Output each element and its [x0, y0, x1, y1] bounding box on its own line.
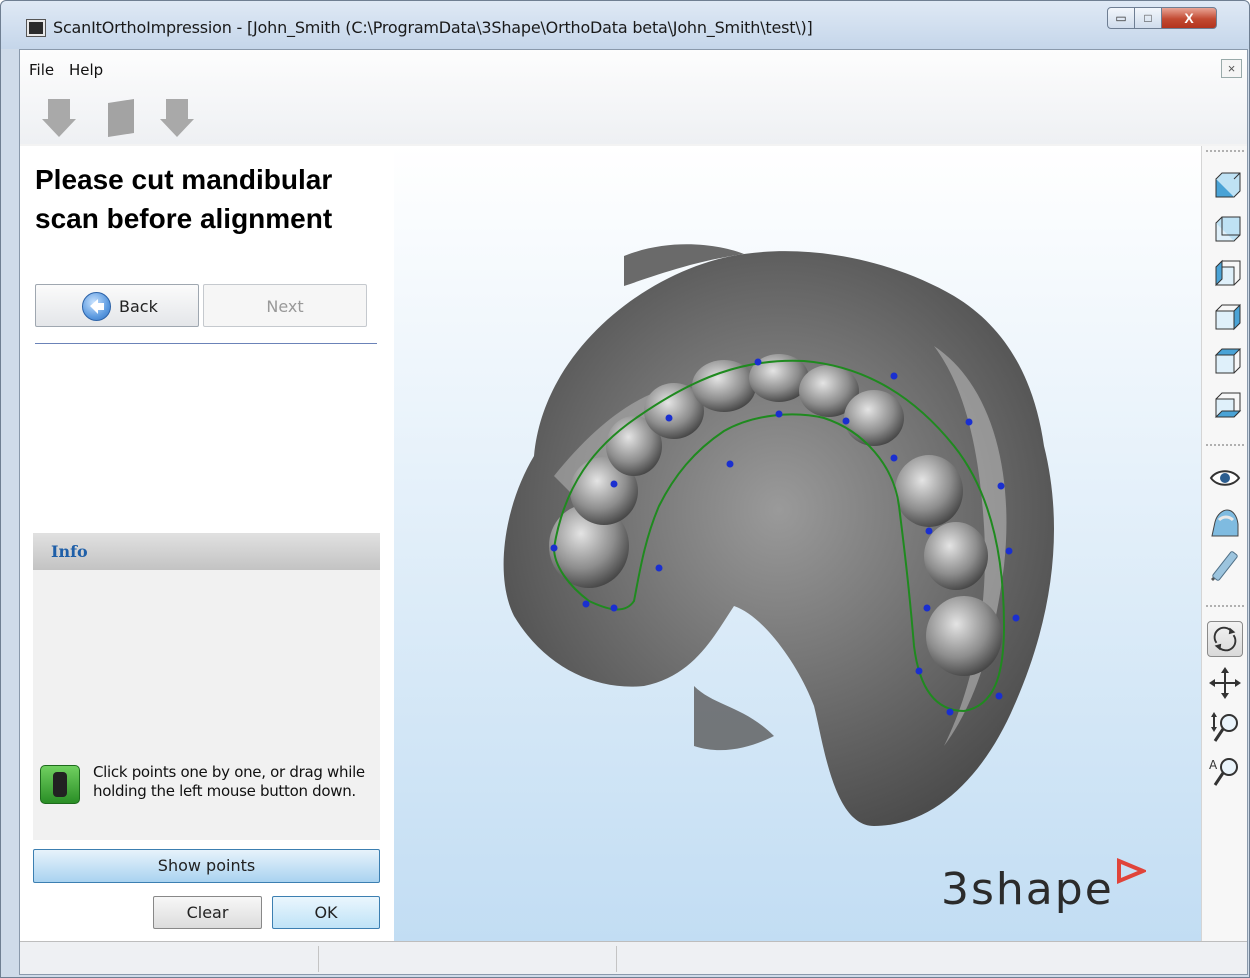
next-button[interactable]: Next: [203, 284, 367, 327]
rotate-icon[interactable]: [1207, 621, 1243, 657]
view-bottom-icon[interactable]: [1207, 388, 1243, 424]
menu-help[interactable]: Help: [69, 61, 103, 79]
hint-icon: [40, 765, 80, 804]
arrow-down-icon[interactable]: [160, 97, 194, 139]
eye-icon[interactable]: [1207, 460, 1243, 496]
status-bar: [20, 941, 1247, 974]
menu-file[interactable]: File: [29, 61, 54, 79]
toolbar-gripper: [1206, 150, 1244, 152]
menu-bar: File Help ×: [20, 50, 1247, 144]
back-button-label: Back: [119, 297, 158, 316]
close-button[interactable]: X: [1161, 7, 1217, 29]
back-arrow-icon: [82, 292, 111, 321]
dental-scan-model[interactable]: [394, 146, 1201, 941]
info-header[interactable]: Info: [33, 533, 380, 570]
view-back-icon[interactable]: [1207, 212, 1243, 248]
toolbar-separator: [1206, 605, 1244, 607]
wizard-panel: Please cut mandibular scan before alignm…: [20, 146, 394, 941]
zoom-icon[interactable]: [1207, 709, 1243, 745]
title-bar[interactable]: ScanItOrthoImpression - [John_Smith (C:\…: [1, 1, 1249, 49]
logo-triangle-icon: [1116, 858, 1148, 884]
hint-text: Click points one by one, or drag while h…: [93, 763, 365, 800]
minimize-button[interactable]: ▭: [1107, 7, 1135, 29]
status-segment: [318, 946, 319, 972]
toolbar-separator: [1206, 444, 1244, 446]
document-close-button[interactable]: ×: [1221, 59, 1242, 78]
pan-icon[interactable]: [1207, 665, 1243, 701]
clear-button[interactable]: Clear: [153, 896, 262, 929]
maximize-button[interactable]: □: [1134, 7, 1162, 29]
right-toolbar: A: [1201, 146, 1247, 941]
back-button[interactable]: Back: [35, 284, 199, 327]
status-segment: [616, 946, 617, 972]
view-left-icon[interactable]: [1207, 256, 1243, 292]
ok-button[interactable]: OK: [272, 896, 380, 929]
zoom-fit-icon[interactable]: A: [1207, 753, 1243, 789]
page-icon[interactable]: [104, 97, 138, 139]
app-window: ScanItOrthoImpression - [John_Smith (C:\…: [0, 0, 1250, 978]
svg-text:A: A: [1209, 758, 1218, 772]
model-icon[interactable]: [1207, 504, 1243, 540]
next-button-label: Next: [266, 297, 304, 316]
page-title: Please cut mandibular scan before alignm…: [35, 164, 333, 234]
brand-logo: 3shape: [941, 858, 1148, 915]
client-area: File Help × Please cut mandibular scan b…: [19, 49, 1248, 975]
window-title: ScanItOrthoImpression - [John_Smith (C:\…: [53, 18, 813, 37]
view-right-icon[interactable]: [1207, 300, 1243, 336]
logo-text: 3shape: [941, 864, 1114, 915]
pen-icon[interactable]: [1207, 548, 1243, 584]
app-icon: [27, 20, 45, 36]
show-points-button[interactable]: Show points: [33, 849, 380, 883]
arrow-down-icon[interactable]: [42, 97, 76, 139]
view-front-icon[interactable]: [1207, 168, 1243, 204]
divider: [35, 343, 377, 344]
3d-viewport[interactable]: 3shape: [394, 146, 1201, 941]
view-top-icon[interactable]: [1207, 344, 1243, 380]
